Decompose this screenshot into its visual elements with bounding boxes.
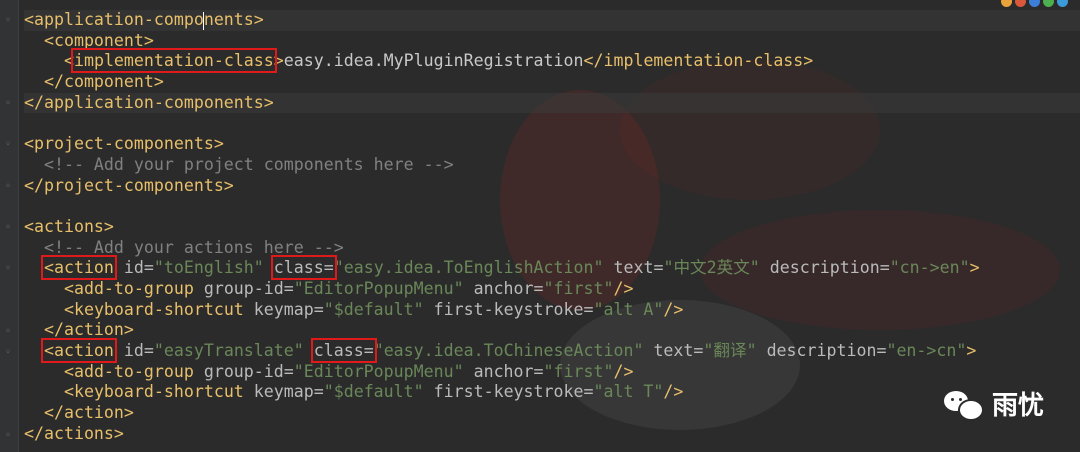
code-line: </actions> <box>24 423 124 443</box>
code-line: <component> <box>43 30 154 50</box>
fold-marker-icon[interactable]: ◦ <box>2 430 14 442</box>
code-line: <application-components> <box>24 10 1080 31</box>
code-line: </action> <box>43 320 134 340</box>
fold-marker-icon[interactable]: ◦ <box>2 347 14 359</box>
ie-icon[interactable] <box>1029 0 1040 7</box>
code-line: <!-- Add your actions here --> <box>43 237 344 257</box>
code-line: <add-to-group group-id="EditorPopupMenu"… <box>63 278 634 298</box>
fold-marker-icon[interactable]: ◦ <box>2 326 14 338</box>
fold-marker-icon[interactable]: ◦ <box>2 263 14 275</box>
code-line: </application-components> <box>24 92 1080 114</box>
code-line: <!-- Add your project components here --… <box>43 154 454 174</box>
edge-icon[interactable] <box>1057 0 1068 7</box>
code-line: </component> <box>43 72 164 92</box>
browser-preview-icons <box>1001 0 1068 7</box>
code-line: <actions> <box>24 216 114 236</box>
fold-marker-icon[interactable]: ◦ <box>2 15 14 27</box>
code-line: <keyboard-shortcut keymap="$default" fir… <box>63 299 684 319</box>
fold-marker-icon[interactable]: ◦ <box>2 139 14 151</box>
code-line: <add-to-group group-id="EditorPopupMenu"… <box>63 361 634 381</box>
watermark-label: 雨忧 <box>991 391 1044 421</box>
highlight-action-tag: <action <box>40 338 117 363</box>
code-line: <implementation-class>easy.idea.MyPlugin… <box>63 48 814 74</box>
fold-marker-icon[interactable]: ◦ <box>2 98 14 110</box>
highlight-class-attr: class= <box>310 338 377 363</box>
wechat-icon <box>942 387 984 421</box>
code-line: <action id="easyTranslate" class="easy.i… <box>40 338 977 363</box>
code-line: <action id="toEnglish" class="easy.idea.… <box>40 255 980 281</box>
code-line: </action> <box>43 403 134 423</box>
safari-icon[interactable] <box>1043 0 1054 7</box>
firefox-icon[interactable] <box>1015 0 1026 7</box>
highlight-class-attr: class= <box>270 255 337 281</box>
code-line: <keyboard-shortcut keymap="$default" fir… <box>63 382 684 402</box>
editor-gutter: ◦ ◦ ◦ ◦ ◦ ◦ ◦ ◦ ◦ <box>0 0 19 452</box>
fold-marker-icon[interactable]: ◦ <box>2 181 14 193</box>
chrome-icon[interactable] <box>1001 0 1012 7</box>
fold-marker-icon[interactable]: ◦ <box>2 222 14 234</box>
code-editor[interactable]: <application-components> <component> <im… <box>24 10 1080 444</box>
code-line: <project-components> <box>24 134 224 154</box>
watermark-badge: 雨忧 <box>942 385 1044 422</box>
highlight-implementation-class: implementation-class <box>70 48 277 74</box>
code-line: </project-components> <box>24 175 234 195</box>
highlight-action-tag: <action <box>40 255 117 281</box>
